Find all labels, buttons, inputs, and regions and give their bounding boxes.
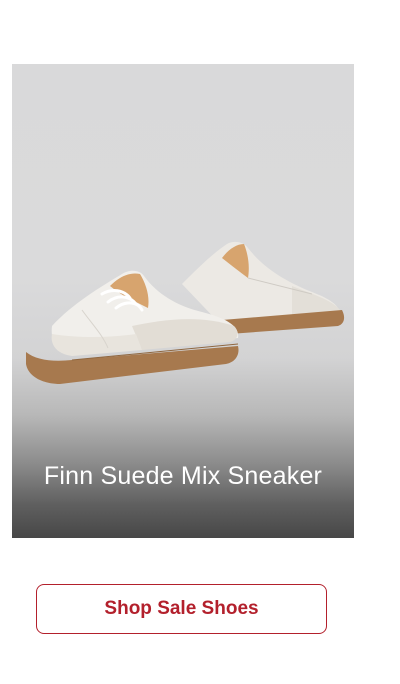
sneaker-pair-image[interactable] (12, 214, 354, 464)
product-card[interactable]: Finn Suede Mix Sneaker (12, 64, 354, 538)
product-title[interactable]: Finn Suede Mix Sneaker (12, 462, 354, 491)
shop-sale-shoes-label: Shop Sale Shoes (104, 598, 259, 619)
shop-sale-shoes-button[interactable]: Shop Sale Shoes (36, 584, 327, 634)
